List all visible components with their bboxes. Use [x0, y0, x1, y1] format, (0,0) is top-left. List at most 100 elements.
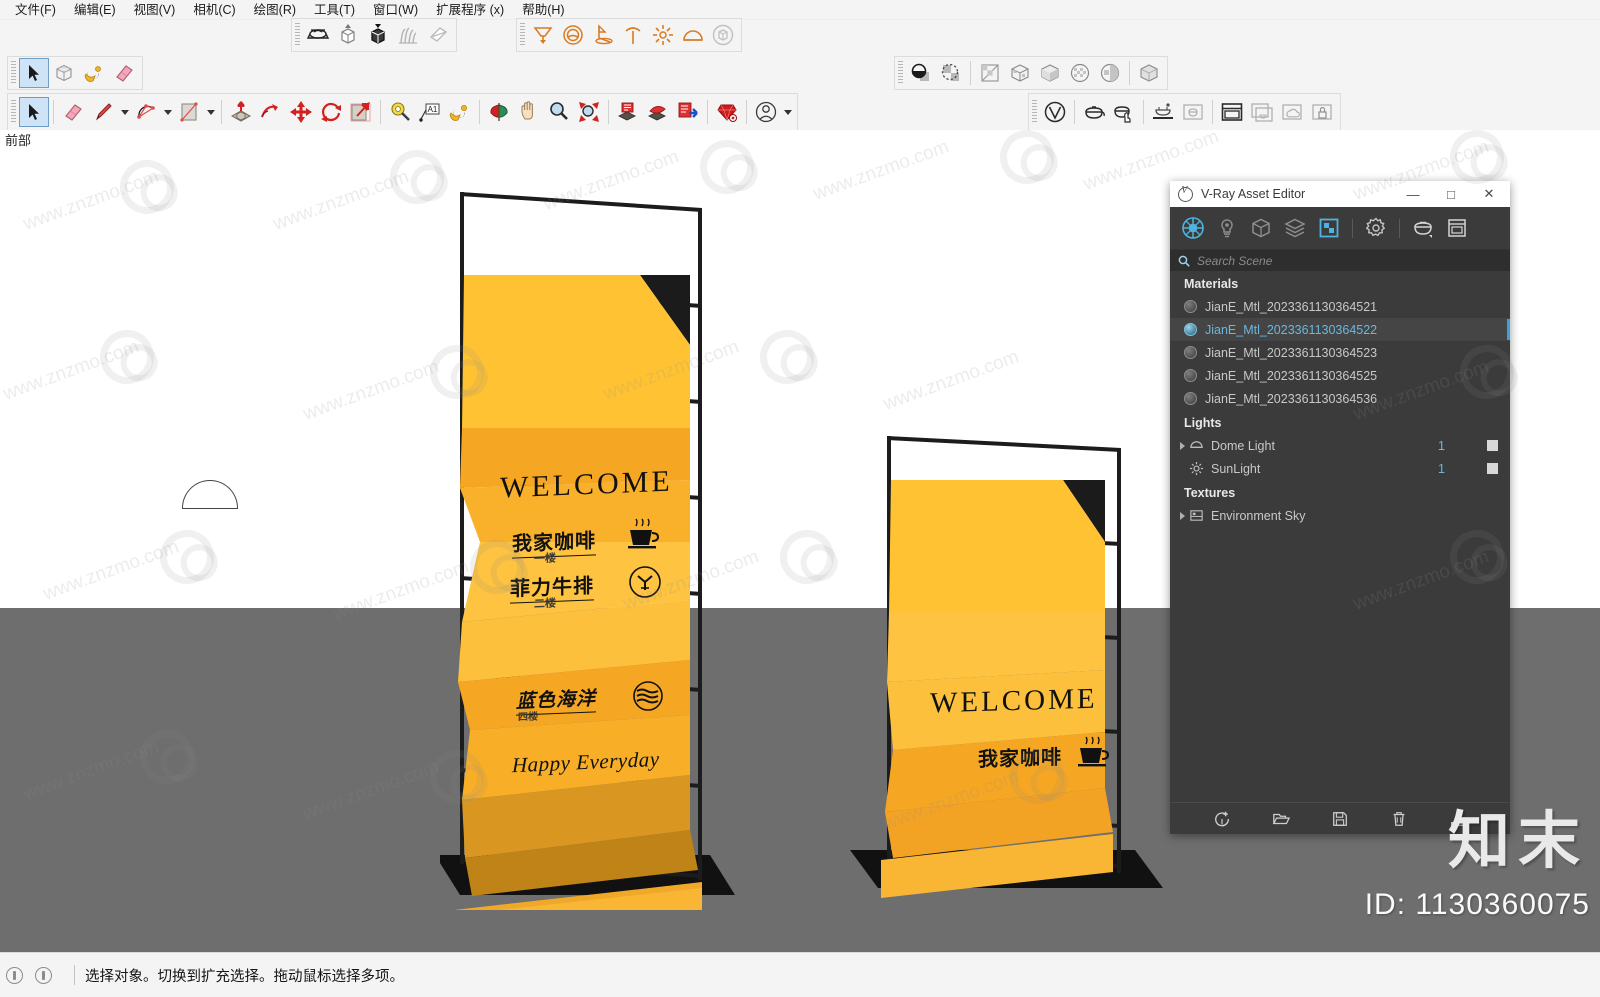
material-list-item[interactable]: JianE_Mtl_2023361130364536 [1170, 387, 1510, 410]
vray-title-bar[interactable]: V-Ray Asset Editor — □ ✕ [1170, 181, 1510, 207]
style-hidden-line[interactable] [1005, 58, 1035, 88]
add-location-tool[interactable] [613, 97, 643, 127]
scale-tool[interactable] [346, 97, 376, 127]
vray-mesh-light-tool[interactable] [708, 20, 738, 50]
minimize-button[interactable]: — [1394, 182, 1432, 206]
text-tool[interactable]: A1 [415, 97, 445, 127]
vray-frame-buffer-button[interactable] [1217, 97, 1247, 127]
expand-arrow-icon[interactable] [1175, 442, 1189, 450]
toolbar-grip[interactable] [520, 23, 525, 47]
toolbar-grip[interactable] [1032, 100, 1037, 124]
vray-omni-light-tool[interactable] [648, 20, 678, 50]
style-xray[interactable] [1134, 58, 1164, 88]
search-input[interactable] [1197, 253, 1502, 268]
eraser-tool[interactable] [109, 58, 139, 88]
account-tool-dropdown[interactable] [781, 97, 794, 127]
rotate-tool[interactable] [316, 97, 346, 127]
texture-list-item[interactable]: Environment Sky [1170, 504, 1510, 527]
vray-spot-light-tool[interactable] [588, 20, 618, 50]
vray-cloud-button[interactable] [1277, 97, 1307, 127]
vray-sphere-light-tool[interactable] [558, 20, 588, 50]
toolbar-grip[interactable] [11, 100, 16, 124]
rectangle-tool[interactable] [174, 97, 204, 127]
menu-file[interactable]: 文件(F) [6, 0, 65, 20]
rectangle-tool-dropdown[interactable] [204, 97, 217, 127]
search-scene-bar[interactable] [1170, 249, 1510, 271]
move-tool[interactable] [286, 97, 316, 127]
zoom-extents-tool[interactable] [574, 97, 604, 127]
toolbar-grip[interactable] [295, 23, 300, 47]
vray-render-button[interactable] [1079, 97, 1109, 127]
vray-interactive-render-button[interactable] [1109, 97, 1139, 127]
vray-batch-render-button[interactable] [1178, 97, 1208, 127]
info-icon[interactable] [6, 966, 23, 984]
toolbar-grip[interactable] [11, 61, 16, 85]
tab-textures[interactable] [1312, 211, 1346, 245]
arc-tool-dropdown[interactable] [161, 97, 174, 127]
tab-settings[interactable] [1359, 211, 1393, 245]
style-texture[interactable] [1065, 58, 1095, 88]
line-tool[interactable] [88, 97, 118, 127]
open-asset-button[interactable] [1266, 806, 1296, 832]
light-enable-checkbox[interactable] [1487, 463, 1498, 474]
arc-tool[interactable] [131, 97, 161, 127]
vray-rectangle-light-tool[interactable] [528, 20, 558, 50]
close-button[interactable]: ✕ [1470, 182, 1508, 206]
photo-texture-tool[interactable] [643, 97, 673, 127]
vray-proxy-import-tool[interactable] [333, 20, 363, 50]
tab-lights[interactable] [1210, 211, 1244, 245]
vray-lock-button[interactable] [1307, 97, 1337, 127]
zoom-tool[interactable] [544, 97, 574, 127]
menu-view[interactable]: 视图(V) [125, 0, 185, 20]
menu-extensions[interactable]: 扩展程序 (x) [427, 0, 513, 20]
light-enable-checkbox[interactable] [1487, 440, 1498, 451]
material-list-item[interactable]: JianE_Mtl_2023361130364521 [1170, 295, 1510, 318]
material-list-item[interactable]: JianE_Mtl_2023361130364522 [1170, 318, 1510, 341]
vray-asset-editor-button[interactable] [1040, 97, 1070, 127]
follow-me-tool[interactable] [256, 97, 286, 127]
make-component-tool[interactable] [49, 58, 79, 88]
vray-ies-light-tool[interactable] [618, 20, 648, 50]
help-icon[interactable] [35, 966, 52, 984]
section-plane-tool[interactable] [484, 97, 514, 127]
light-list-item[interactable]: SunLight 1 [1170, 457, 1510, 480]
tab-geometry[interactable] [1244, 211, 1278, 245]
model-info-tool[interactable] [673, 97, 703, 127]
vray-render-cloud-button[interactable] [1148, 97, 1178, 127]
vray-asset-editor-panel[interactable]: V-Ray Asset Editor — □ ✕ [1170, 181, 1510, 834]
account-tool[interactable] [751, 97, 781, 127]
menu-help[interactable]: 帮助(H) [513, 0, 573, 20]
eraser-tool[interactable] [58, 97, 88, 127]
style-shaded[interactable] [1035, 58, 1065, 88]
menu-window[interactable]: 窗口(W) [364, 0, 427, 20]
vray-lens-effects-button[interactable] [1247, 97, 1277, 127]
shadows-toggle[interactable] [906, 58, 936, 88]
style-monochrome[interactable] [1095, 58, 1125, 88]
pan-tool[interactable] [514, 97, 544, 127]
vray-clipper-tool[interactable] [423, 20, 453, 50]
tape-measure-tool[interactable] [385, 97, 415, 127]
push-pull-tool[interactable] [226, 97, 256, 127]
tab-render[interactable] [1406, 211, 1440, 245]
expand-arrow-icon[interactable] [1175, 512, 1189, 520]
select-tool[interactable] [19, 58, 49, 88]
paint-bucket-tool[interactable] [445, 97, 475, 127]
material-list-item[interactable]: JianE_Mtl_2023361130364523 [1170, 341, 1510, 364]
add-asset-button[interactable] [1207, 806, 1237, 832]
tab-render-elements[interactable] [1278, 211, 1312, 245]
select-tool[interactable] [19, 97, 49, 127]
vray-proxy-export-tool[interactable] [363, 20, 393, 50]
line-tool-dropdown[interactable] [118, 97, 131, 127]
maximize-button[interactable]: □ [1432, 182, 1470, 206]
menu-edit[interactable]: 编辑(E) [65, 0, 125, 20]
vray-fur-tool[interactable] [393, 20, 423, 50]
menu-draw[interactable]: 绘图(R) [245, 0, 305, 20]
vray-dome-light-tool[interactable] [678, 20, 708, 50]
delete-asset-button[interactable] [1384, 806, 1414, 832]
menu-tools[interactable]: 工具(T) [305, 0, 364, 20]
extension-warehouse-tool[interactable] [712, 97, 742, 127]
tab-frame-buffer[interactable] [1440, 211, 1474, 245]
vray-infinite-plane-tool[interactable] [303, 20, 333, 50]
toolbar-grip[interactable] [898, 61, 903, 85]
vray-asset-list[interactable]: ‹ › Materials JianE_Mtl_2023361130364521… [1170, 271, 1510, 802]
